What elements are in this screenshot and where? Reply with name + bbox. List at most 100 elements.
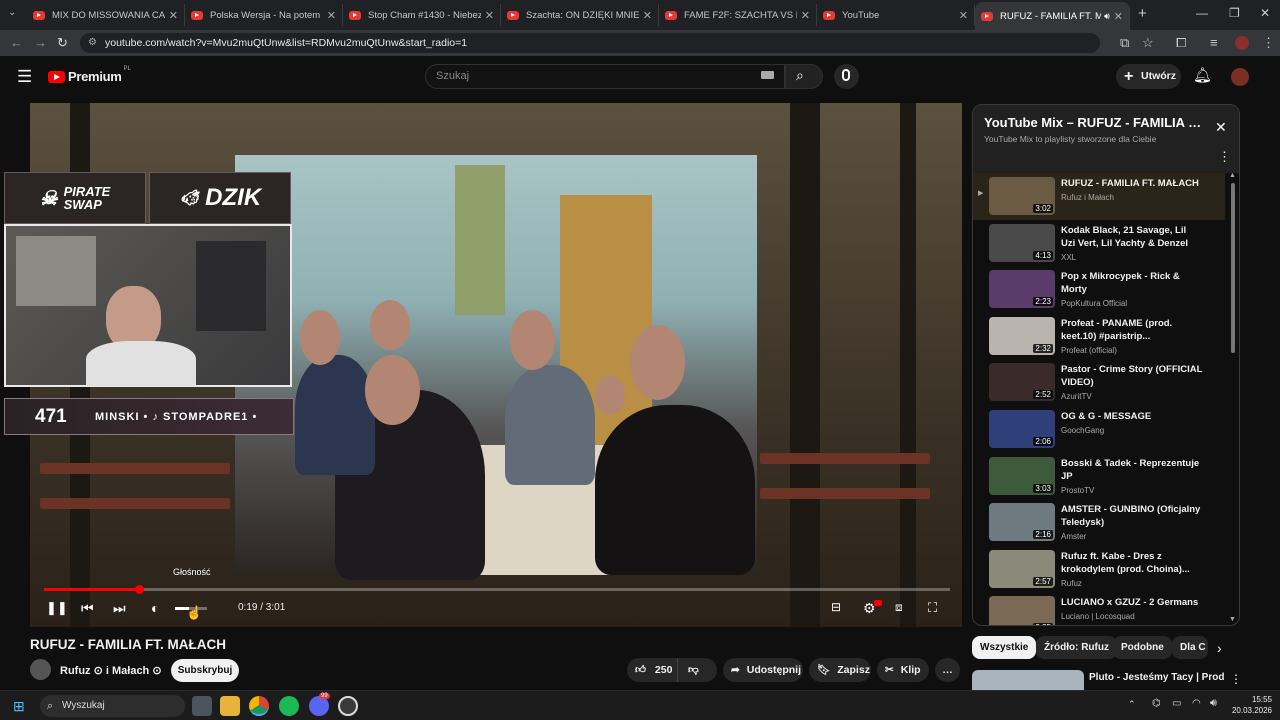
next-icon[interactable]: ⏭ — [113, 600, 126, 617]
browser-tab[interactable]: RUFUZ - FAMILIA FT. MAŁA🔊︎ ✕ — [975, 2, 1130, 30]
chevron-right-icon[interactable]: › — [1217, 640, 1222, 656]
progress-bar[interactable] — [44, 588, 950, 591]
playlist-item[interactable]: 3:03 Bosski & Tadek - Reprezentuje JP Pros… — [973, 453, 1225, 500]
playlist-menu-icon[interactable]: ⋮ — [1218, 149, 1231, 165]
youtube-logo[interactable]: Premium PL — [48, 66, 131, 84]
voice-search-button[interactable] — [834, 64, 859, 89]
new-tab-button[interactable]: + — [1138, 5, 1147, 22]
chip-similar[interactable]: Podobne — [1113, 636, 1172, 659]
subtitles-icon[interactable]: ⊟ — [831, 600, 841, 614]
install-app-icon[interactable]: ⧉ — [1120, 35, 1129, 51]
previous-icon[interactable]: ⏮ — [81, 600, 94, 617]
playlist-thumbnail[interactable]: 2:16 — [989, 503, 1055, 542]
maximize-icon[interactable]: ❐ — [1229, 6, 1240, 20]
close-icon[interactable]: ✕ — [1215, 119, 1227, 136]
browser-tab[interactable]: Polska Wersja - Na potem ft. JA ✕ — [185, 4, 343, 26]
taskbar-search[interactable]: ⌕ Wyszukaj — [40, 695, 185, 717]
subscribe-button[interactable]: Subskrybuj — [171, 659, 239, 682]
fullscreen-icon[interactable]: ⛶ — [928, 600, 937, 616]
dislike-button[interactable]: 👎︎ — [677, 658, 717, 682]
playlist-item[interactable]: 2:16 AMSTER - GUNBINO (Oficjalny Teledysk… — [973, 499, 1225, 546]
scroll-up-icon[interactable]: ▲ — [1229, 172, 1236, 179]
playlist-thumbnail[interactable]: 2:35 — [989, 596, 1055, 625]
tab-close-icon[interactable]: ✕ — [485, 9, 494, 22]
hamburger-menu-icon[interactable]: ☰ — [17, 67, 32, 87]
site-info-icon[interactable]: ⚙ — [88, 33, 97, 53]
account-avatar[interactable] — [1231, 68, 1249, 86]
playlist-item-title[interactable]: Pop x Mikrocypek - Rick & Morty — [1061, 270, 1203, 296]
system-clock[interactable]: 15:55 20.03.2026 — [1226, 694, 1272, 716]
pause-icon[interactable]: ❚❚ — [46, 600, 68, 616]
wifi-icon[interactable]: ◠ — [1192, 698, 1201, 709]
media-control-icon[interactable]: ≡ — [1210, 35, 1218, 50]
extensions-icon[interactable]: ⧠ — [1176, 35, 1186, 51]
network-icon[interactable]: ⌬ — [1152, 698, 1161, 709]
playlist-item[interactable]: 2:57 Rufuz ft. Kabe - Dres z krokodylem (… — [973, 546, 1225, 593]
playlist-item-title[interactable]: Bosski & Tadek - Reprezentuje JP — [1061, 457, 1203, 483]
browser-menu-icon[interactable]: ⋮ — [1262, 35, 1275, 51]
playlist-item-title[interactable]: AMSTER - GUNBINO (Oficjalny Teledysk) — [1061, 503, 1203, 529]
scroll-down-icon[interactable]: ▼ — [1229, 616, 1236, 623]
chip-for-you[interactable]: Dla C — [1172, 636, 1208, 659]
playlist-thumbnail[interactable]: 2:06 — [989, 410, 1055, 448]
search-input[interactable]: Szukaj — [425, 64, 785, 89]
minimize-icon[interactable]: — — [1196, 6, 1208, 20]
notifications-bell-icon[interactable]: 🔔︎ — [1193, 66, 1212, 84]
save-button[interactable]: 🔖︎ Zapisz — [809, 658, 871, 682]
tab-close-icon[interactable]: ✕ — [959, 9, 968, 22]
windows-start-icon[interactable]: ⊞ — [13, 698, 25, 715]
battery-icon[interactable]: ▭ — [1172, 698, 1181, 709]
back-icon[interactable]: ← — [10, 35, 23, 50]
playlist-item[interactable]: ▶ 3:02 RUFUZ - FAMILIA FT. MAŁACH Rufuz i M… — [973, 173, 1225, 220]
tab-close-icon[interactable]: ✕ — [1114, 10, 1123, 23]
recommended-menu-icon[interactable]: ⋮ — [1230, 672, 1242, 686]
playlist-scrollbar[interactable] — [1231, 183, 1235, 353]
recommended-title[interactable]: Pluto - Jesteśmy Tacy | Prod. — [1089, 672, 1224, 683]
discord-icon[interactable] — [309, 696, 329, 716]
recommended-thumbnail[interactable] — [972, 670, 1084, 690]
playlist-item[interactable]: 4:13 Kodak Black, 21 Savage, Lil Uzi Vert… — [973, 220, 1225, 267]
volume-icon[interactable]: ◐ — [151, 600, 159, 616]
playlist-item[interactable]: 2:06 OG & G - MESSAGE GoochGang — [973, 406, 1225, 453]
playlist-thumbnail[interactable]: 2:32 — [989, 316, 1055, 355]
miniplayer-icon[interactable]: ⧈ — [895, 600, 903, 615]
playlist-item[interactable]: 2:52 Pastor - Crime Story (OFFICIAL VIDEO… — [973, 359, 1225, 406]
tab-close-icon[interactable]: ✕ — [169, 9, 178, 22]
chip-all[interactable]: Wszystkie — [972, 636, 1037, 659]
speaker-icon[interactable]: 🔊︎ — [1210, 697, 1217, 710]
search-button[interactable]: ⌕ — [785, 64, 823, 89]
clip-button[interactable]: ✂ Klip — [877, 658, 929, 682]
playlist-item[interactable]: 2:32 Profeat - PANAME (prod. keet.10) #pa… — [973, 313, 1225, 360]
spotify-icon[interactable] — [279, 696, 299, 716]
reload-icon[interactable]: ↻ — [57, 35, 68, 51]
obs-icon[interactable] — [338, 696, 358, 716]
playlist-item-title[interactable]: RUFUZ - FAMILIA FT. MAŁACH — [1061, 177, 1203, 190]
forward-icon[interactable]: → — [34, 35, 47, 50]
playlist-item-title[interactable]: OG & G - MESSAGE — [1061, 410, 1203, 423]
playlist-thumbnail[interactable]: 4:13 — [989, 223, 1055, 262]
file-explorer-icon[interactable] — [220, 696, 240, 716]
tab-close-icon[interactable]: ✕ — [643, 9, 652, 22]
tab-audio-icon[interactable]: 🔊︎ — [1104, 11, 1110, 22]
channel-avatar[interactable] — [30, 659, 51, 680]
create-button[interactable]: + Utwórz — [1116, 64, 1181, 89]
playlist-item-title[interactable]: Kodak Black, 21 Savage, Lil Uzi Vert, Li… — [1061, 224, 1203, 250]
more-actions-button[interactable]: … — [935, 658, 960, 682]
profile-avatar[interactable] — [1235, 36, 1249, 50]
channel-name[interactable]: Rufuz ⊙ i Małach ⊙ — [60, 664, 162, 677]
tab-close-icon[interactable]: ✕ — [801, 9, 810, 22]
browser-tab[interactable]: Stop Cham #1430 - Niebezpiec ✕ — [343, 4, 501, 26]
playlist-thumbnail[interactable]: 3:03 — [989, 456, 1055, 495]
browser-tab[interactable]: YouTube ✕ — [817, 4, 975, 26]
playlist-title[interactable]: YouTube Mix – RUFUZ - FAMILIA FT. MAŁACH — [984, 115, 1209, 130]
tab-close-icon[interactable]: ✕ — [327, 9, 336, 22]
browser-tab[interactable]: FAME F2F: SZACHTA VS DENIS ✕ — [659, 4, 817, 26]
bookmark-star-icon[interactable]: ☆ — [1142, 35, 1154, 51]
share-button[interactable]: ➦ Udostępnij — [723, 658, 803, 682]
chrome-icon[interactable] — [249, 696, 269, 716]
playlist-item-title[interactable]: Profeat - PANAME (prod. keet.10) #parist… — [1061, 317, 1203, 343]
playlist-item-title[interactable]: LUCIANO x GZUZ - 2 Germans — [1061, 596, 1203, 609]
playlist-thumbnail[interactable]: 2:57 — [989, 549, 1055, 588]
tab-search-icon[interactable]: ⌄ — [8, 7, 16, 18]
playlist-thumbnail[interactable]: 2:23 — [989, 270, 1055, 309]
